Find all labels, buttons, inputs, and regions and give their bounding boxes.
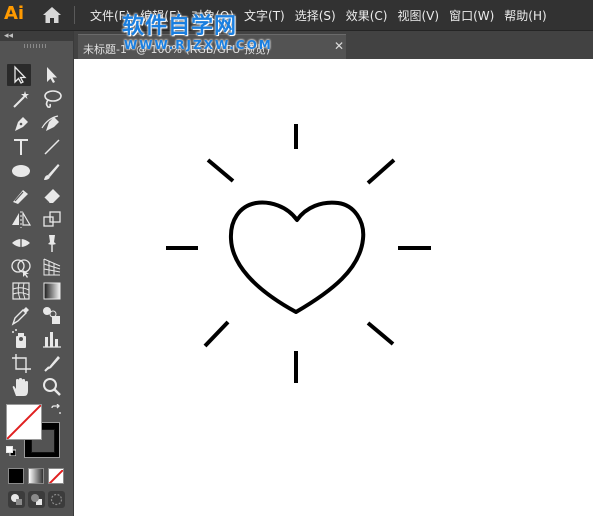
direct-selection-tool-icon[interactable] xyxy=(40,64,64,86)
eraser-tool-icon[interactable] xyxy=(40,184,64,206)
none-slash-icon xyxy=(49,469,63,483)
ellipse-tool-icon[interactable] xyxy=(9,160,33,182)
app-logo: Ai xyxy=(4,3,25,24)
fill-swatch[interactable] xyxy=(6,404,42,440)
sun-ray xyxy=(206,158,235,183)
perspective-grid-tool-icon[interactable] xyxy=(40,256,64,278)
menu-list: 文件(F) 编辑(E) 对象(O) 文字(T) 选择(S) 效果(C) 视图(V… xyxy=(85,0,552,30)
zoom-tool-icon[interactable] xyxy=(40,376,64,398)
default-fill-stroke-icon[interactable] xyxy=(6,446,16,456)
type-tool-icon[interactable] xyxy=(9,136,33,158)
draw-inside-icon[interactable] xyxy=(48,491,65,508)
curvature-tool-icon[interactable] xyxy=(40,112,64,134)
shape-builder-tool-icon[interactable] xyxy=(9,256,33,278)
artboard-tool-icon[interactable] xyxy=(9,352,33,374)
reflect-tool-icon[interactable] xyxy=(9,208,33,230)
menu-view[interactable]: 视图(V) xyxy=(392,7,444,24)
sun-ray xyxy=(366,158,396,185)
color-mode-button[interactable] xyxy=(8,468,24,484)
selection-tool-icon[interactable] xyxy=(7,64,31,86)
magic-wand-tool-icon[interactable] xyxy=(9,88,33,110)
symbol-sprayer-tool-icon[interactable] xyxy=(9,328,33,350)
document-tab-title: 未标题-1* @ 100% (RGB/GPU 预览) xyxy=(83,43,271,56)
heart-shape xyxy=(228,200,366,314)
gradient-tool-icon[interactable] xyxy=(40,280,64,302)
close-tab-icon[interactable]: ✕ xyxy=(334,39,344,53)
hand-tool-icon[interactable] xyxy=(9,376,33,398)
artwork xyxy=(166,124,431,383)
menu-select[interactable]: 选择(S) xyxy=(290,7,341,24)
home-icon[interactable] xyxy=(42,6,62,24)
tool-panel-header[interactable]: ◂◂ xyxy=(0,31,73,41)
column-graph-tool-icon[interactable] xyxy=(40,328,64,350)
menu-edit[interactable]: 编辑(E) xyxy=(135,7,186,24)
pen-tool-icon[interactable] xyxy=(9,112,33,134)
draw-behind-icon[interactable] xyxy=(28,491,45,508)
gradient-mode-button[interactable] xyxy=(28,468,44,484)
lasso-tool-icon[interactable] xyxy=(40,88,64,110)
menu-help[interactable]: 帮助(H) xyxy=(499,7,551,24)
blend-tool-icon[interactable] xyxy=(40,304,64,326)
width-tool-icon[interactable] xyxy=(9,232,33,254)
artboard-canvas[interactable] xyxy=(74,59,593,516)
sun-ray xyxy=(366,321,395,346)
document-tab[interactable]: 未标题-1* @ 100% (RGB/GPU 预览) ✕ xyxy=(78,34,346,60)
menu-type[interactable]: 文字(T) xyxy=(239,7,290,24)
eyedropper-tool-icon[interactable] xyxy=(9,304,33,326)
shaper-tool-icon[interactable] xyxy=(9,184,33,206)
puppet-warp-tool-icon[interactable] xyxy=(40,232,64,254)
mesh-tool-icon[interactable] xyxy=(9,280,33,302)
none-slash-icon xyxy=(7,405,41,439)
scale-tool-icon[interactable] xyxy=(40,208,64,230)
menu-window[interactable]: 窗口(W) xyxy=(444,7,499,24)
draw-normal-icon[interactable] xyxy=(8,491,25,508)
menu-object[interactable]: 对象(O) xyxy=(186,7,239,24)
document-tab-strip: 未标题-1* @ 100% (RGB/GPU 预览) ✕ xyxy=(74,31,593,60)
panel-grip[interactable] xyxy=(24,44,48,48)
sun-ray xyxy=(203,320,230,348)
slice-tool-icon[interactable] xyxy=(40,352,64,374)
menu-divider xyxy=(74,6,75,24)
paintbrush-tool-icon[interactable] xyxy=(40,160,64,182)
collapse-icon[interactable]: ◂◂ xyxy=(4,31,13,41)
line-segment-tool-icon[interactable] xyxy=(40,136,64,158)
none-mode-button[interactable] xyxy=(48,468,64,484)
swap-fill-stroke-icon[interactable] xyxy=(50,404,62,416)
menu-effect[interactable]: 效果(C) xyxy=(341,7,393,24)
menu-bar: Ai 文件(F) 编辑(E) 对象(O) 文字(T) 选择(S) 效果(C) 视… xyxy=(0,0,593,31)
menu-file[interactable]: 文件(F) xyxy=(85,7,135,24)
